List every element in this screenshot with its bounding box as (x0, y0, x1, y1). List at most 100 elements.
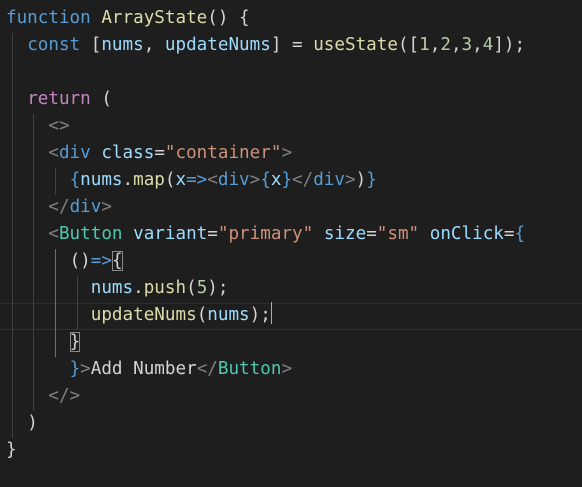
code-token: return (27, 89, 91, 109)
code-token: div (58, 143, 91, 163)
code-token: map (133, 170, 165, 190)
code-token: [ (80, 35, 102, 55)
code-token: ( (90, 89, 112, 109)
code-token: { (260, 170, 271, 190)
code-token: } (6, 440, 17, 460)
code-token: "container" (164, 143, 282, 163)
code-token: { (514, 224, 526, 244)
code-token: ( (196, 305, 208, 325)
text-cursor (270, 302, 272, 324)
code-token: > (281, 359, 293, 379)
code-token: updateNums (164, 35, 271, 55)
code-token: , (429, 35, 441, 55)
code-token: 1 (419, 35, 430, 55)
code-token: nums (207, 305, 250, 325)
code-token: </ (48, 197, 70, 217)
code-line[interactable]: <Button variant="primary" size="sm" onCl… (6, 221, 525, 248)
code-token: () { (207, 8, 250, 28)
code-line[interactable]: </> (6, 383, 80, 410)
code-token: updateNums (90, 305, 197, 325)
code-token: useState (313, 35, 398, 55)
code-token: () (69, 251, 91, 271)
code-token: , (143, 35, 165, 55)
code-token: ); (207, 278, 229, 298)
code-line[interactable]: {nums.map(x=><div>{x}</div>)} (6, 167, 377, 194)
code-line[interactable]: return ( (6, 86, 112, 113)
code-token: Add Number (90, 359, 197, 379)
code-token: class (101, 143, 155, 163)
code-token: size (323, 224, 367, 244)
code-line[interactable]: ()=>{ (6, 248, 123, 275)
code-token: < (48, 143, 59, 163)
code-token: <> (48, 116, 70, 136)
code-token: 5 (196, 278, 208, 298)
code-token: variant (133, 224, 208, 244)
code-editor[interactable]: function ArrayState() { const [nums, upd… (0, 0, 582, 487)
code-token: . (122, 170, 134, 190)
code-token: x (175, 170, 187, 190)
code-token: </> (48, 386, 81, 406)
code-token: x (270, 170, 282, 190)
code-token: onClick (429, 224, 504, 244)
code-token: , (450, 35, 462, 55)
code-token: ) (27, 413, 38, 433)
code-line[interactable]: nums.push(5); (6, 275, 229, 302)
code-token: = (366, 224, 377, 244)
code-line[interactable]: ) (6, 410, 38, 437)
code-token: } (281, 170, 293, 190)
code-token: => (186, 170, 208, 190)
code-token: = (154, 143, 165, 163)
code-token: div (313, 170, 345, 190)
code-token: ) (355, 170, 367, 190)
code-line[interactable]: function ArrayState() { (6, 5, 250, 32)
code-token: < (207, 170, 218, 190)
code-token: ]); (493, 35, 526, 55)
code-line[interactable]: } (6, 329, 81, 356)
code-token: < (48, 224, 59, 244)
code-line[interactable]: }>Add Number</Button> (6, 356, 292, 383)
code-token: > (281, 143, 293, 163)
code-line[interactable]: updateNums(nums); (6, 302, 272, 329)
code-token: 3 (461, 35, 473, 55)
code-token: = (503, 224, 515, 244)
code-token: ([ (397, 35, 420, 55)
code-token: => (90, 251, 112, 271)
code-token: ( (164, 170, 176, 190)
code-line[interactable]: <> (6, 113, 70, 140)
code-token: function (6, 8, 91, 28)
code-line[interactable]: <div class="container"> (6, 140, 292, 167)
code-line[interactable]: const [nums, updateNums] = useState([1,2… (6, 32, 525, 59)
code-token: 2 (440, 35, 451, 55)
code-token: ); (249, 305, 271, 325)
code-token: "sm" (376, 224, 420, 244)
code-token: </ (292, 170, 314, 190)
code-token: . (133, 278, 144, 298)
code-line[interactable]: } (6, 437, 17, 464)
code-token: , (472, 35, 483, 55)
code-line[interactable]: </div> (6, 194, 112, 221)
code-token: 4 (482, 35, 494, 55)
code-token: nums (80, 170, 123, 190)
code-token: { (69, 170, 81, 190)
code-token: > (345, 170, 356, 190)
code-token: nums (101, 35, 144, 55)
code-token: </ (196, 359, 218, 379)
code-token: } (366, 170, 377, 190)
